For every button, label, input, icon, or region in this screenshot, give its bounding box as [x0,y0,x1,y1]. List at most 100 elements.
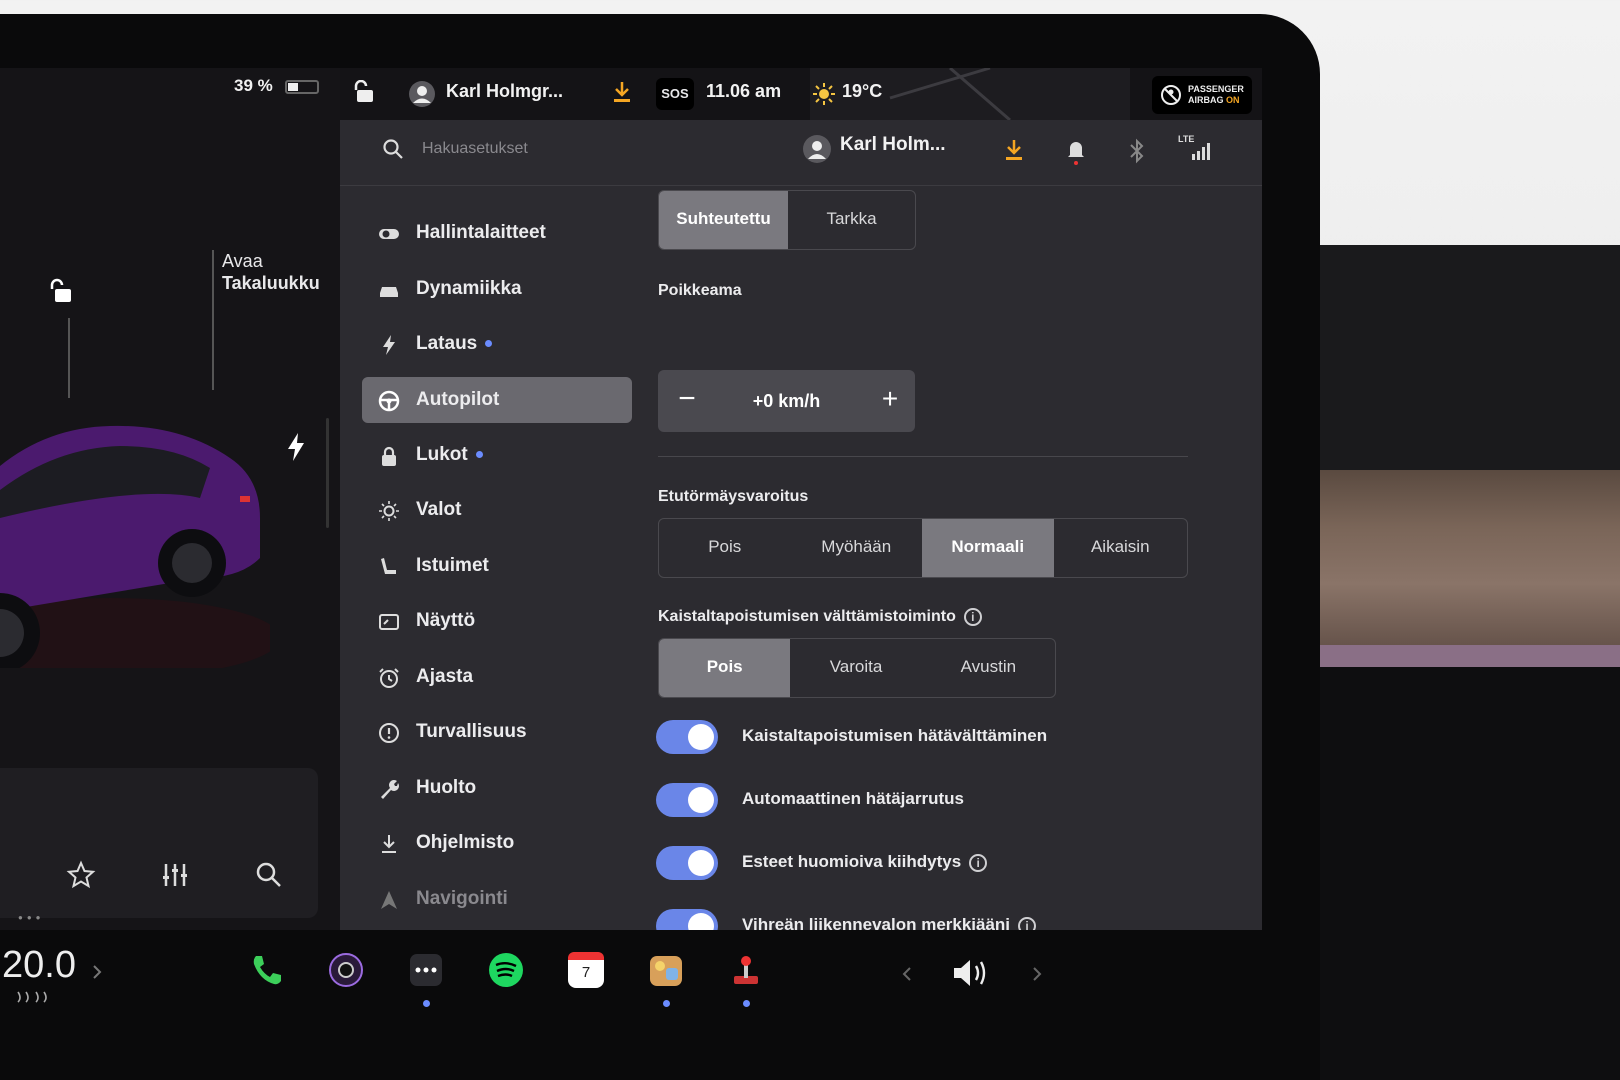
nav-item-seats[interactable]: Istuimet [362,543,632,599]
option-pois[interactable]: Pois [659,519,791,577]
nav-item-locks[interactable]: Lukot [362,432,632,488]
search-icon[interactable] [254,860,284,890]
bell-icon[interactable] [1066,138,1086,166]
spotify-icon[interactable] [488,952,524,988]
light-bulb-icon [379,501,399,521]
dashboard-wood-trim [1270,470,1620,660]
active-indicator [423,1000,430,1007]
star-icon[interactable] [66,860,96,890]
charge-port-icon[interactable] [286,433,306,461]
nav-item-navigation[interactable]: Navigointi [362,876,632,931]
nav-item-autopilot[interactable]: Autopilot [362,376,632,423]
forward-collision-selector: Pois Myöhään Normaali Aikaisin [658,518,1188,578]
open-trunk-label[interactable]: Avaa Takaluukku [222,250,320,294]
emergency-lane-toggle[interactable] [656,720,718,754]
dashboard-bottom [1270,667,1620,1080]
toggle-label: Kaistaltapoistumisen hätävälttäminen [742,726,1048,745]
option-normaali[interactable]: Normaali [922,519,1054,577]
page-dots-icon: ●●● [18,913,45,922]
callout-line [212,250,214,390]
decrease-button[interactable]: − [672,384,702,414]
settings-search-input[interactable]: Hakuasetukset [422,140,528,158]
unlock-icon[interactable] [354,80,376,104]
search-icon[interactable] [382,138,404,160]
increase-button[interactable]: + [875,384,905,414]
profile-name[interactable]: Karl Holm... [840,134,946,156]
nav-label: Ajasta [416,665,474,687]
navigation-arrow-icon [381,890,397,909]
option-tarkka[interactable]: Tarkka [788,191,915,249]
download-icon[interactable] [1004,138,1024,162]
nav-label: Valot [416,499,462,520]
obstacle-aware-acceleration-toggle[interactable] [656,846,718,880]
toggle-icon [379,229,399,239]
battery-icon [285,79,320,94]
lightning-icon [383,335,395,355]
profile-name[interactable]: Karl Holmgr... [446,81,563,102]
toggle-label: Esteet huomioiva kiihdytys i [742,852,988,872]
auto-emergency-braking-toggle[interactable] [656,783,718,817]
volume-icon[interactable] [950,956,992,990]
option-suhteutettu[interactable]: Suhteutettu [659,191,788,249]
callout-line [68,318,70,398]
option-pois[interactable]: Pois [659,639,791,697]
steering-wheel-icon [378,390,400,411]
nav-item-charging[interactable]: Lataus [362,321,632,377]
nav-label: Dynamiikka [416,277,522,299]
info-icon[interactable]: i [969,853,988,872]
display-icon [379,614,399,630]
toggle-text: Vihreän liikennevalon merkkiääni [742,915,1011,930]
option-avustin[interactable]: Avustin [922,639,1055,697]
arcade-joystick-icon[interactable] [728,952,764,988]
nav-item-dynamics[interactable]: Dynamiikka [362,266,632,322]
camera-app-icon[interactable] [328,952,364,988]
sos-button[interactable]: SOS [656,78,694,110]
nav-item-service[interactable]: Huolto [362,765,632,821]
chevron-right-icon[interactable] [1030,964,1044,984]
nav-item-lights[interactable]: Valot [362,487,632,543]
chevron-right-icon[interactable] [90,962,104,982]
nav-item-safety[interactable]: Turvallisuus [362,709,632,765]
profile-avatar-icon[interactable] [802,134,832,164]
download-icon[interactable] [612,80,632,104]
nav-label: Lukot [416,443,468,465]
bluetooth-icon[interactable] [1128,138,1146,164]
unlock-icon[interactable] [50,278,76,304]
equalizer-icon[interactable] [160,860,190,890]
chevron-left-icon[interactable] [900,964,914,984]
nav-label: Ohjelmisto [416,832,515,853]
media-card[interactable] [0,768,318,918]
settings-header: Hakuasetukset Karl Holm... LTE [340,120,1262,186]
clock: 11.06 am [706,81,782,101]
trunk-label-line2: Takaluukku [222,273,320,293]
option-myohaan[interactable]: Myöhään [791,519,923,577]
calendar-icon[interactable]: 7 [568,952,604,988]
nav-item-schedule[interactable]: Ajasta [362,654,632,710]
seat-icon [381,557,396,574]
nav-item-controls[interactable]: Hallintalaitteet [362,210,632,266]
toybox-icon[interactable] [648,952,684,988]
speed-limit-mode-selector: Suhteutettu Tarkka [658,190,916,250]
phone-icon[interactable] [248,952,284,988]
active-indicator [663,1000,670,1007]
green-light-chime-toggle[interactable] [656,909,718,930]
option-varoita[interactable]: Varoita [790,639,921,697]
speed-offset-stepper: − +0 km/h + [658,370,915,432]
option-aikaisin[interactable]: Aikaisin [1054,519,1188,577]
more-apps-icon[interactable] [408,952,444,988]
airbag-line1: PASSENGER [1188,84,1244,94]
seat-heater-icon[interactable] [16,990,52,1004]
nav-item-software[interactable]: Ohjelmisto [362,820,632,876]
notification-dot [485,340,493,348]
cabin-temperature[interactable]: 20.0 [2,944,76,987]
airbag-icon [1161,85,1181,105]
lane-departure-selector: Pois Varoita Avustin [658,638,1056,698]
scrollbar[interactable] [326,418,329,528]
nav-label: Navigointi [416,887,508,909]
info-icon[interactable]: i [1018,916,1037,930]
nav-item-display[interactable]: Näyttö [362,598,632,654]
profile-avatar-icon[interactable] [408,80,436,108]
notification-dot [475,450,483,458]
info-icon[interactable]: i [963,608,982,626]
download-icon [382,835,396,853]
